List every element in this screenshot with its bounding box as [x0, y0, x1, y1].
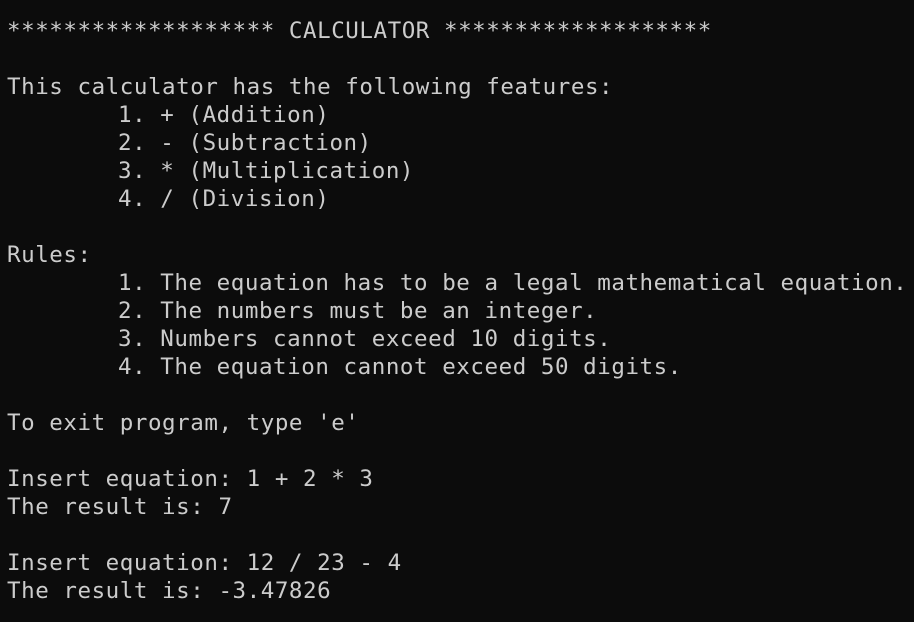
feature-item-addition: 1. + (Addition) — [118, 102, 330, 128]
feature-item-division: 4. / (Division) — [118, 186, 330, 212]
rule-item-number-digits: 3. Numbers cannot exceed 10 digits. — [118, 326, 612, 352]
rules-heading: Rules: — [7, 242, 92, 268]
exit-instruction: To exit program, type 'e' — [7, 410, 360, 436]
feature-item-multiplication: 3. * (Multiplication) — [118, 158, 415, 184]
equation-prompt: Insert equation: 12 / 23 - 4 — [7, 550, 402, 576]
equation-prompt: Insert equation: 1 + 2 * 3 — [7, 466, 374, 492]
calculator-banner: ******************* CALCULATOR *********… — [7, 18, 712, 44]
feature-item-subtraction: 2. - (Subtraction) — [118, 130, 372, 156]
result-output: The result is: 7 — [7, 494, 233, 520]
rule-item-legal-equation: 1. The equation has to be a legal mathem… — [118, 270, 908, 296]
result-output: The result is: -3.47826 — [7, 578, 332, 604]
rule-item-integers: 2. The numbers must be an integer. — [118, 298, 598, 324]
features-intro: This calculator has the following featur… — [7, 74, 614, 100]
console-window[interactable]: ******************* CALCULATOR *********… — [0, 0, 914, 622]
rule-item-equation-digits: 4. The equation cannot exceed 50 digits. — [118, 354, 682, 380]
